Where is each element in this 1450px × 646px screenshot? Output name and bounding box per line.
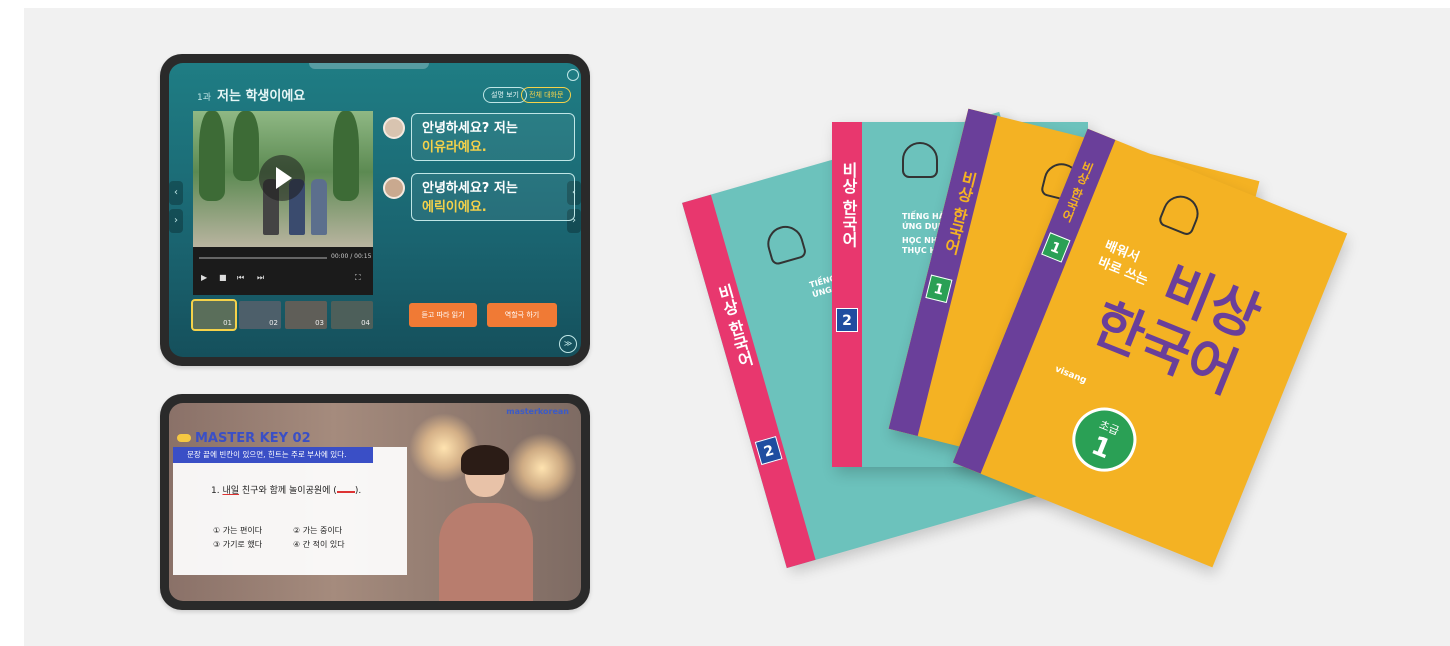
master-key-text: MASTER KEY 02 — [195, 431, 311, 446]
tablet-lesson-player: 1과 저는 학생이에요 설명 보기 전체 대화문 ‹ › ‹ › 00:00 / … — [160, 54, 590, 366]
option-3[interactable]: ③ 가기로 했다 — [213, 539, 262, 550]
option-1[interactable]: ① 가는 편이다 — [213, 525, 262, 536]
bubble1-text-2: 이유라예요. — [422, 140, 487, 155]
speech-bubble-2[interactable]: 안녕하세요? 저는 에릭이에요. — [411, 173, 575, 221]
tree — [233, 111, 259, 181]
key-icon — [177, 434, 191, 442]
q-body: 친구와 함께 놀이공원에 ( — [241, 486, 337, 496]
forward-icon[interactable]: ⏭ — [257, 273, 264, 283]
video-controls: 00:00 / 00:15 ▶ ■ ⏮ ⏭ ⛶ — [193, 247, 373, 295]
brand-logo: masterkorean — [506, 407, 569, 416]
instructor-hair — [461, 445, 509, 475]
publisher-logo: visang — [1053, 364, 1088, 387]
lesson-screen: 1과 저는 학생이에요 설명 보기 전체 대화문 ‹ › ‹ › 00:00 / … — [169, 63, 581, 357]
instructor-body — [439, 503, 533, 601]
q-end: ). — [354, 486, 362, 496]
scene-thumb-4[interactable]: 04 — [331, 301, 373, 329]
rewind-icon[interactable]: ⏮ — [237, 273, 244, 283]
video-time: 00:00 / 00:15 — [331, 253, 372, 260]
character-sketch — [763, 221, 808, 267]
play-small-icon[interactable]: ▶ — [201, 273, 207, 282]
tablet-lecture-video: masterkorean MASTER KEY 02 문장 끝에 빈칸이 있으면… — [160, 394, 590, 610]
tree — [199, 111, 225, 201]
play-icon[interactable] — [259, 155, 305, 201]
person — [311, 179, 327, 235]
thumb-label: 01 — [223, 319, 232, 327]
expand-icon[interactable]: ≫ — [559, 335, 577, 353]
video-progress-bar[interactable] — [199, 257, 327, 259]
thumb-label: 02 — [269, 319, 278, 327]
lesson-number: 1과 — [197, 93, 212, 103]
stop-icon[interactable]: ■ — [219, 273, 227, 282]
tip-banner: 문장 끝에 빈칸이 있으면, 힌트는 주로 부사에 있다. — [173, 447, 373, 463]
full-dialogue-toggle-button[interactable]: 전체 대화문 — [521, 87, 572, 103]
option-2[interactable]: ② 가는 중이다 — [293, 525, 342, 536]
fullscreen-icon[interactable]: ⛶ — [355, 273, 361, 283]
listen-repeat-button[interactable]: 듣고 따라 읽기 — [409, 303, 477, 327]
info-icon[interactable] — [567, 69, 579, 81]
avatar-eric — [383, 177, 405, 199]
thumb-label: 04 — [361, 319, 370, 327]
q-keyword: 내일 — [222, 486, 240, 496]
character-sketch — [902, 142, 938, 178]
level-badge: 초급 1 — [1062, 397, 1147, 482]
spine-title: 비상 한국어 — [839, 162, 858, 248]
q-number: 1. — [211, 486, 220, 496]
option-4[interactable]: ④ 간 적이 있다 — [293, 539, 345, 550]
character-sketch — [1157, 190, 1204, 238]
scene-thumb-1[interactable]: 01 — [191, 299, 237, 331]
bubble2-text-1: 안녕하세요? 저는 — [422, 181, 518, 196]
bubble1-text-1: 안녕하세요? 저는 — [422, 121, 518, 136]
thumb-label: 03 — [315, 319, 324, 327]
prev-arrow-icon-2[interactable]: › — [169, 209, 183, 233]
video-player[interactable]: 00:00 / 00:15 ▶ ■ ⏮ ⏭ ⛶ — [193, 111, 373, 295]
prev-arrow-icon[interactable]: ‹ — [169, 181, 183, 205]
level-tag: 2 — [836, 308, 858, 332]
scene-thumb-2[interactable]: 02 — [239, 301, 281, 329]
speech-bubble-1[interactable]: 안녕하세요? 저는 이유라예요. — [411, 113, 575, 161]
avatar-yura — [383, 117, 405, 139]
lecture-screen: masterkorean MASTER KEY 02 문장 끝에 빈칸이 있으면… — [169, 403, 581, 601]
instructor — [431, 443, 541, 601]
tree — [333, 111, 359, 201]
scene-thumb-3[interactable]: 03 — [285, 301, 327, 329]
answer-blank — [336, 491, 355, 493]
role-play-button[interactable]: 역할극 하기 — [487, 303, 557, 327]
lesson-title: 1과 저는 학생이에요 — [197, 85, 305, 104]
question-text: 1. 내일 친구와 함께 놀이공원에 (). — [211, 483, 361, 496]
bubble2-text-2: 에릭이에요. — [422, 200, 487, 215]
lesson-title-text: 저는 학생이에요 — [217, 89, 306, 104]
master-key-title: MASTER KEY 02 — [177, 431, 311, 446]
quiz-card: 문장 끝에 빈칸이 있으면, 힌트는 주로 부사에 있다. 1. 내일 친구와 … — [173, 447, 407, 575]
top-handle — [309, 63, 429, 69]
